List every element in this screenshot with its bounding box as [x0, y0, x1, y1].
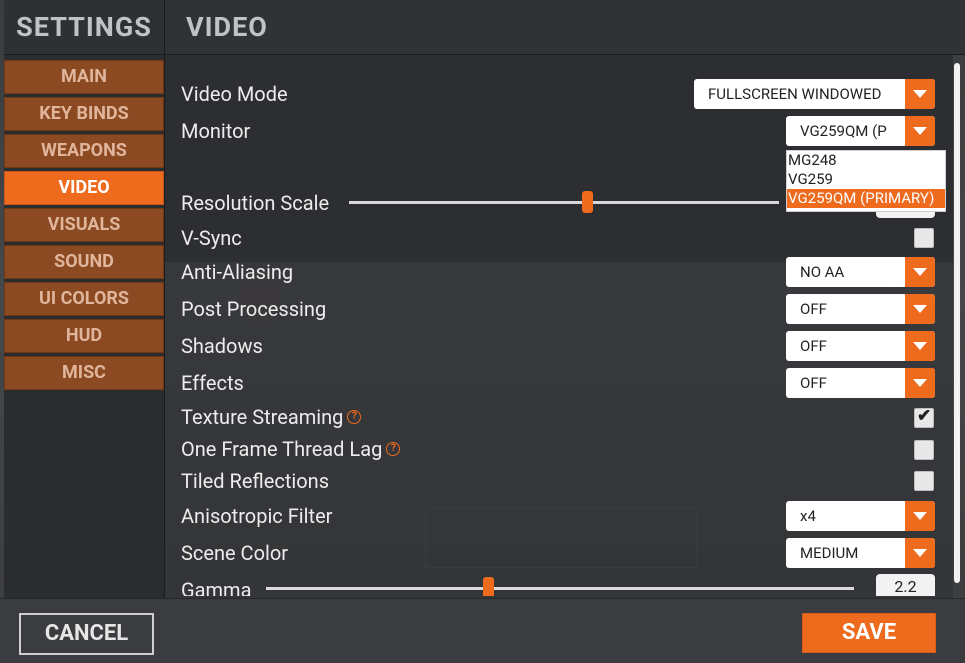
sidebar-nav: MAIN KEY BINDS WEAPONS VIDEO VISUALS SOU…: [4, 55, 164, 390]
post-processing-label: Post Processing: [181, 297, 327, 321]
one-frame-thread-lag-label: One Frame Thread Lag: [181, 437, 383, 461]
texture-streaming-label: Texture Streaming: [181, 405, 344, 429]
resolution-scale-label: Resolution Scale: [181, 191, 330, 215]
nav-item-sound[interactable]: SOUND: [4, 245, 164, 279]
texture-streaming-checkbox[interactable]: ✔: [914, 406, 934, 428]
vsync-checkbox[interactable]: [914, 228, 934, 248]
monitor-option-selected[interactable]: VG259QM (PRIMARY): [787, 189, 945, 208]
nav-item-weapons[interactable]: WEAPONS: [4, 134, 164, 168]
one-frame-thread-lag-row: One Frame Thread Lag?: [181, 437, 401, 461]
anti-aliasing-select[interactable]: NO AA: [786, 257, 935, 287]
effects-select[interactable]: OFF: [786, 368, 935, 398]
anisotropic-filter-label: Anisotropic Filter: [181, 504, 333, 528]
nav-item-misc[interactable]: MISC: [4, 356, 164, 390]
chevron-down-icon: [905, 331, 935, 361]
help-icon[interactable]: ?: [347, 409, 362, 424]
gamma-thumb[interactable]: [483, 577, 494, 596]
panel-scrollbar[interactable]: [954, 63, 960, 583]
monitor-option[interactable]: VG259: [787, 170, 945, 189]
chevron-down-icon: [905, 294, 935, 324]
monitor-dropdown: MG248 VG259 VG259QM (PRIMARY): [786, 150, 946, 212]
sidebar: SETTINGS MAIN KEY BINDS WEAPONS VIDEO VI…: [4, 0, 165, 598]
shadows-label: Shadows: [181, 334, 263, 358]
effects-value: OFF: [800, 374, 827, 392]
vsync-label: V-Sync: [181, 226, 242, 250]
shadows-select[interactable]: OFF: [786, 331, 935, 361]
footer: CANCEL SAVE: [0, 598, 965, 663]
scene-color-value: MEDIUM: [800, 544, 859, 562]
resolution-scale-thumb[interactable]: [582, 191, 593, 213]
tiled-reflections-label: Tiled Reflections: [181, 469, 330, 493]
nav-item-ui-colors[interactable]: UI COLORS: [4, 282, 164, 316]
post-processing-value: OFF: [800, 300, 827, 318]
help-icon[interactable]: ?: [386, 441, 401, 456]
page-title: VIDEO: [186, 11, 268, 43]
nav-item-main[interactable]: MAIN: [4, 60, 164, 94]
chevron-down-icon: [905, 116, 935, 146]
checkmark-icon: ✔: [917, 406, 932, 426]
scene-color-select[interactable]: MEDIUM: [786, 538, 935, 568]
resolution-scale-track[interactable]: [349, 201, 779, 204]
tiled-reflections-checkbox[interactable]: [914, 471, 934, 491]
one-frame-thread-lag-checkbox[interactable]: [914, 440, 934, 460]
monitor-value: VG259QM (P: [800, 122, 887, 140]
anisotropic-filter-value: x4: [800, 507, 816, 525]
sidebar-title: SETTINGS: [4, 0, 164, 55]
anti-aliasing-value: NO AA: [800, 263, 845, 281]
chevron-down-icon: [905, 257, 935, 287]
gamma-row: Gamma 2.2: [165, 572, 953, 596]
nav-item-hud[interactable]: HUD: [4, 319, 164, 353]
monitor-option[interactable]: MG248: [787, 151, 945, 170]
video-mode-select[interactable]: FULLSCREEN WINDOWED: [694, 79, 935, 109]
video-mode-value: FULLSCREEN WINDOWED: [708, 85, 882, 103]
nav-item-visuals[interactable]: VISUALS: [4, 208, 164, 242]
post-processing-select[interactable]: OFF: [786, 294, 935, 324]
chevron-down-icon: [905, 501, 935, 531]
anti-aliasing-label: Anti-Aliasing: [181, 260, 294, 284]
gamma-track[interactable]: [266, 587, 854, 590]
chevron-down-icon: [905, 538, 935, 568]
shadows-value: OFF: [800, 337, 827, 355]
monitor-label: Monitor: [181, 119, 251, 143]
texture-streaming-row: Texture Streaming?: [181, 405, 362, 429]
cancel-button[interactable]: CANCEL: [19, 613, 154, 655]
effects-label: Effects: [181, 371, 244, 395]
anisotropic-filter-select[interactable]: x4: [786, 501, 935, 531]
monitor-select[interactable]: VG259QM (P: [786, 116, 935, 146]
page-header: VIDEO: [165, 0, 965, 55]
scene-color-label: Scene Color: [181, 541, 289, 565]
nav-item-key-binds[interactable]: KEY BINDS: [4, 97, 164, 131]
gamma-value[interactable]: 2.2: [876, 574, 935, 596]
gamma-label: Gamma: [181, 578, 252, 596]
chevron-down-icon: [905, 368, 935, 398]
chevron-down-icon: [905, 79, 935, 109]
save-button[interactable]: SAVE: [802, 613, 936, 653]
nav-item-video[interactable]: VIDEO: [4, 171, 164, 205]
video-mode-label: Video Mode: [181, 82, 288, 106]
